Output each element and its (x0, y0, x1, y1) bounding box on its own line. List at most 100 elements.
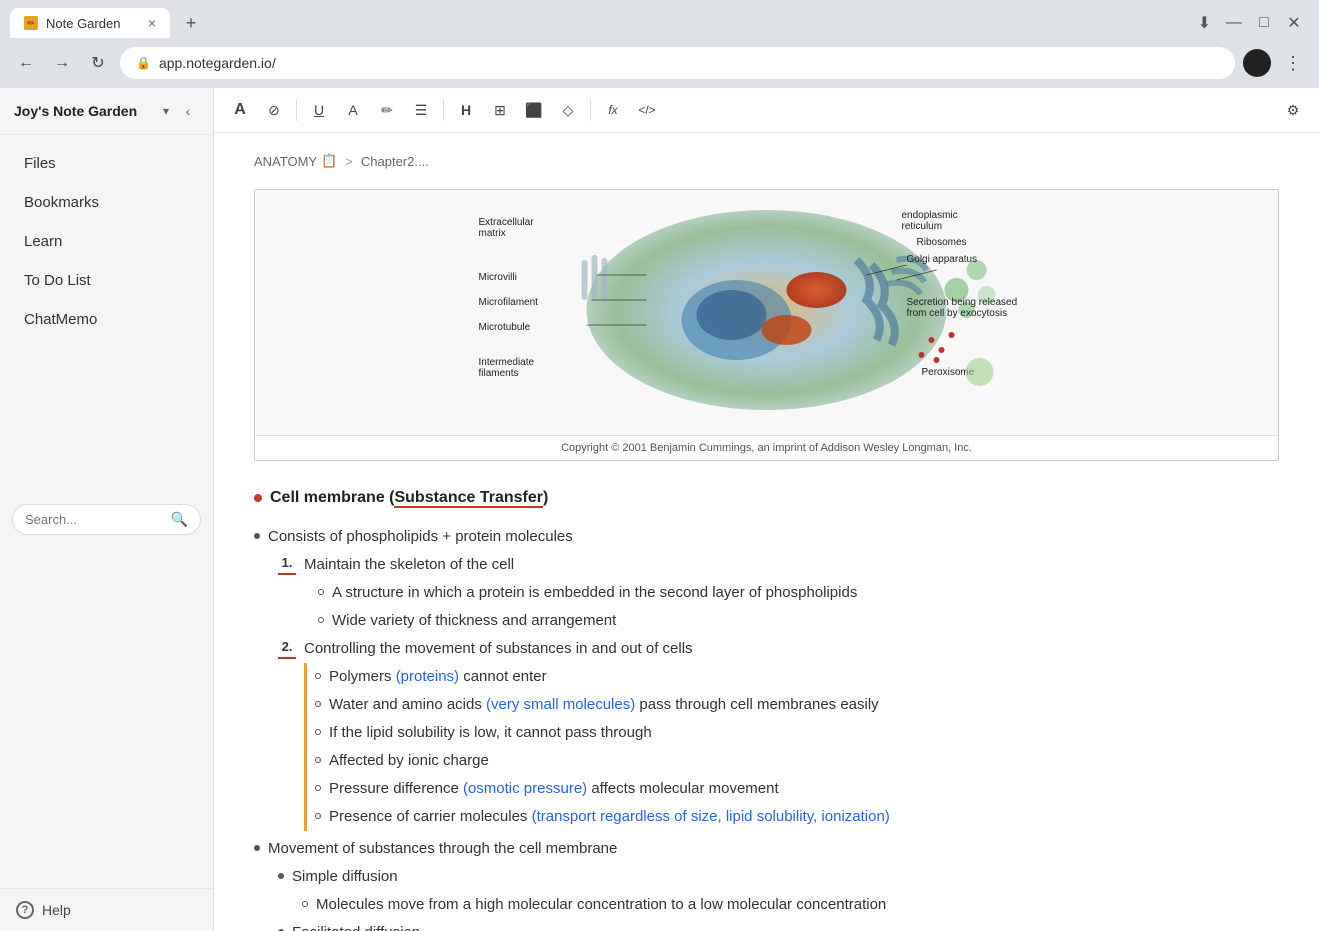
bullet-text: Polymers (proteins) cannot enter (329, 665, 547, 689)
list-item: 2. Controlling the movement of substance… (254, 635, 1279, 663)
table-icon: ⊞ (494, 102, 506, 119)
breadcrumb-separator: > (345, 154, 353, 169)
sidebar-item-files[interactable]: Files (6, 145, 207, 182)
garden-title: Joy's Note Garden (14, 103, 155, 119)
code-tool-button[interactable]: </> (631, 94, 663, 126)
list-item: Wide variety of thickness and arrangemen… (254, 607, 1279, 635)
search-box[interactable]: 🔍 (12, 504, 201, 535)
list-item: Consists of phospholipids + protein mole… (254, 523, 1279, 551)
help-label: Help (42, 902, 71, 918)
user-avatar[interactable] (1243, 49, 1271, 77)
list-icon: ☰ (415, 102, 428, 119)
shape-tool-button[interactable]: ◇ (552, 94, 584, 126)
list-tool-button[interactable]: ☰ (405, 94, 437, 126)
heading-tool-button[interactable]: H (450, 94, 482, 126)
svg-text:Secretion being released: Secretion being released (907, 297, 1018, 308)
svg-text:Microtubule: Microtubule (479, 322, 531, 333)
highlight-tool-button[interactable]: A (337, 94, 369, 126)
breadcrumb-emoji: 📋 (321, 153, 337, 169)
browser-menu-button[interactable]: ⋮ (1279, 49, 1307, 77)
breadcrumb-current: Chapter2.... (361, 154, 429, 169)
svg-text:reticulum: reticulum (902, 221, 943, 232)
shape-icon: ◇ (563, 102, 574, 119)
bullet-text: Affected by ionic charge (329, 749, 489, 773)
list-item: Pressure difference (osmotic pressure) a… (315, 775, 1279, 803)
new-tab-button[interactable]: + (178, 10, 204, 36)
hollow-bullet-dot (302, 901, 308, 907)
sidebar-header: Joy's Note Garden ▾ ‹ (0, 88, 213, 135)
hollow-bullet-dot (315, 701, 321, 707)
search-input[interactable] (25, 512, 165, 527)
help-button[interactable]: ? Help (16, 901, 197, 919)
sidebar-item-bookmarks[interactable]: Bookmarks (6, 184, 207, 221)
code-icon: </> (638, 103, 655, 117)
table-tool-button[interactable]: ⊞ (484, 94, 516, 126)
formula-icon: fx (608, 103, 617, 117)
list-item: A structure in which a protein is embedd… (254, 579, 1279, 607)
svg-text:Ribosomes: Ribosomes (917, 237, 967, 248)
breadcrumb: ANATOMY 📋 > Chapter2.... (254, 153, 1279, 169)
bullet-text: If the lipid solubility is low, it canno… (329, 721, 652, 745)
breadcrumb-parent-text: ANATOMY (254, 154, 317, 169)
toolbar: A ⊘ U A ✏ ☰ H ⊞ ⬛ ◇ fx </> ⚙ (214, 88, 1319, 133)
formula-tool-button[interactable]: fx (597, 94, 629, 126)
highlight-text: (very small molecules) (486, 696, 635, 713)
edit-tool-button[interactable]: ✏ (371, 94, 403, 126)
svg-text:endoplasmic: endoplasmic (902, 210, 958, 221)
close-button[interactable]: ✕ (1287, 16, 1301, 30)
list-item: Movement of substances through the cell … (254, 835, 1279, 863)
svg-text:from cell by exocytosis: from cell by exocytosis (907, 308, 1008, 319)
help-icon: ? (16, 901, 34, 919)
bullet-dot (254, 533, 260, 539)
font-tool-button[interactable]: A (224, 94, 256, 126)
browser-tab[interactable]: ✏ Note Garden × (10, 8, 170, 38)
chatmemo-label: ChatMemo (24, 311, 97, 328)
breadcrumb-parent[interactable]: ANATOMY 📋 (254, 153, 337, 169)
back-button[interactable]: ← (12, 49, 40, 77)
underline-tool-button[interactable]: U (303, 94, 335, 126)
search-icon: 🔍 (171, 511, 188, 528)
minimize-button[interactable]: — (1227, 16, 1241, 30)
underline-icon: U (314, 102, 324, 118)
svg-text:matrix: matrix (479, 228, 506, 239)
list-item: Presence of carrier molecules (transport… (315, 803, 1279, 831)
settings-button[interactable]: ⚙ (1277, 94, 1309, 126)
hollow-bullet-dot (318, 589, 324, 595)
sidebar-item-chatmemo[interactable]: ChatMemo (6, 301, 207, 338)
bullet-text: Movement of substances through the cell … (268, 837, 617, 861)
sidebar-search: 🔍 (0, 494, 213, 545)
numbered-text: Maintain the skeleton of the cell (304, 553, 514, 577)
bullet-dot (254, 845, 260, 851)
list-item: If the lipid solubility is low, it canno… (315, 719, 1279, 747)
heading-icon: H (461, 102, 471, 118)
forward-button[interactable]: → (48, 49, 76, 77)
bullet-text: A structure in which a protein is embedd… (332, 581, 857, 605)
toolbar-separator-1 (296, 99, 297, 121)
collapse-sidebar-button[interactable]: ‹ (177, 100, 199, 122)
bullet-text: Molecules move from a high molecular con… (316, 893, 886, 917)
list-item: Simple diffusion (254, 863, 1279, 891)
hollow-bullet-dot (315, 785, 321, 791)
refresh-button[interactable]: ↻ (84, 49, 112, 77)
hollow-bullet-dot (315, 673, 321, 679)
tab-favicon: ✏ (24, 16, 38, 30)
sidebar-item-todo[interactable]: To Do List (6, 262, 207, 299)
sidebar-item-learn[interactable]: Learn (6, 223, 207, 260)
tab-close-button[interactable]: × (148, 15, 156, 31)
bookmarks-label: Bookmarks (24, 194, 99, 211)
address-bar[interactable]: 🔒 app.notegarden.io/ (120, 47, 1235, 79)
hollow-bullet-dot (315, 729, 321, 735)
dropdown-icon[interactable]: ▾ (163, 104, 169, 118)
highlight-text: (proteins) (396, 668, 459, 685)
main-content[interactable]: ANATOMY 📋 > Chapter2.... (214, 133, 1319, 931)
bullet-text: Pressure difference (osmotic pressure) a… (329, 777, 779, 801)
smart-tool-button[interactable]: ⊘ (258, 94, 290, 126)
hollow-bullet-dot (315, 813, 321, 819)
image-tool-button[interactable]: ⬛ (518, 94, 550, 126)
maximize-button[interactable]: □ (1257, 16, 1271, 30)
list-item: Water and amino acids (very small molecu… (315, 691, 1279, 719)
bullet-text: Simple diffusion (292, 865, 398, 889)
svg-text:Extracellular: Extracellular (479, 217, 535, 228)
highlight-text: (transport regardless of size, lipid sol… (532, 808, 890, 825)
bullet-text: Facilitated diffusion (292, 921, 420, 931)
